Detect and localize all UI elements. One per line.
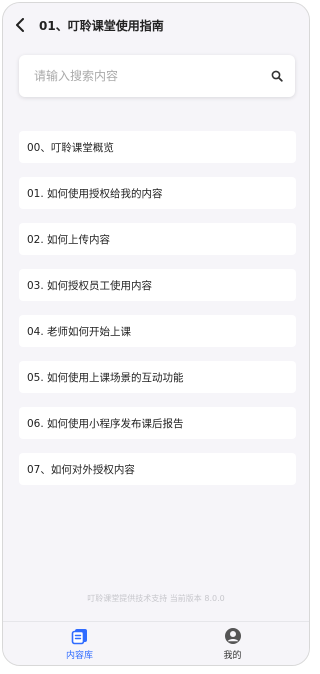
search-bar — [19, 55, 295, 97]
list-item[interactable]: 04. 老师如何开始上课 — [19, 315, 296, 347]
back-button[interactable] — [5, 3, 35, 47]
list-item-label: 03. 如何授权员工使用内容 — [27, 279, 153, 292]
list-item-label: 00、叮聆课堂概览 — [27, 141, 114, 154]
chevron-left-icon — [16, 18, 24, 32]
list-item[interactable]: 01. 如何使用授权给我的内容 — [19, 177, 296, 209]
list-item-label: 06. 如何使用小程序发布课后报告 — [27, 417, 184, 430]
header: 01、叮聆课堂使用指南 — [3, 3, 309, 47]
tab-label: 我的 — [223, 651, 242, 661]
list-item[interactable]: 00、叮聆课堂概览 — [19, 131, 296, 163]
guide-list: 00、叮聆课堂概览 01. 如何使用授权给我的内容 02. 如何上传内容 03.… — [19, 131, 296, 499]
tab-bar: 内容库 我的 — [3, 621, 309, 665]
list-item-label: 05. 如何使用上课场景的互动功能 — [27, 371, 184, 384]
list-item-label: 07、如何对外授权内容 — [27, 463, 135, 476]
tab-label: 内容库 — [65, 651, 93, 661]
search-input[interactable] — [32, 68, 259, 84]
list-item[interactable]: 03. 如何授权员工使用内容 — [19, 269, 296, 301]
list-item[interactable]: 02. 如何上传内容 — [19, 223, 296, 255]
version-footer: 叮聆课堂提供技术支持 当前版本 8.0.0 — [87, 594, 225, 603]
phone-frame: 01、叮聆课堂使用指南 00、叮聆课堂概览 01. 如何使用授权给我的内容 02… — [2, 2, 310, 666]
tab-mine[interactable]: 我的 — [156, 622, 309, 665]
tab-library[interactable]: 内容库 — [3, 622, 156, 665]
list-item-label: 01. 如何使用授权给我的内容 — [27, 187, 163, 200]
list-item[interactable]: 07、如何对外授权内容 — [19, 453, 296, 485]
user-icon — [224, 628, 241, 644]
list-item[interactable]: 06. 如何使用小程序发布课后报告 — [19, 407, 296, 439]
search-icon[interactable] — [259, 55, 295, 97]
library-icon — [71, 629, 87, 645]
list-item-label: 04. 老师如何开始上课 — [27, 325, 132, 338]
page-title: 01、叮聆课堂使用指南 — [39, 18, 164, 33]
list-item-label: 02. 如何上传内容 — [27, 233, 111, 246]
list-item[interactable]: 05. 如何使用上课场景的互动功能 — [19, 361, 296, 393]
